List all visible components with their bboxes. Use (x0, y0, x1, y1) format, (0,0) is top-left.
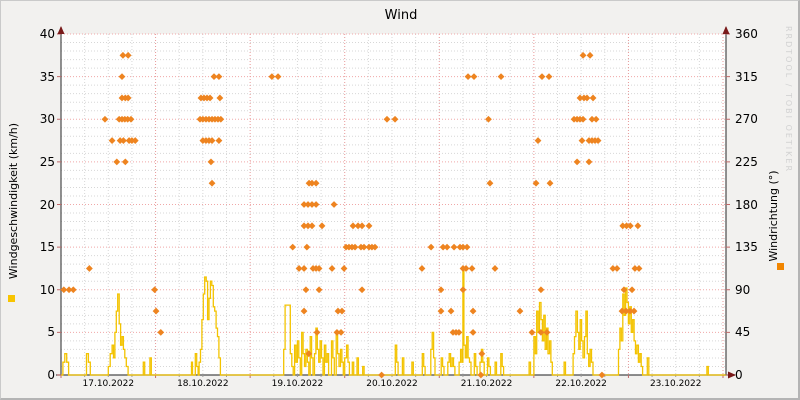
direction-marker (470, 73, 478, 81)
direction-marker (589, 94, 597, 102)
direction-marker (545, 73, 553, 81)
direction-marker (427, 243, 435, 251)
direction-marker (592, 115, 600, 123)
direction-marker (418, 265, 426, 272)
direction-marker (124, 51, 132, 59)
direction-marker (207, 158, 215, 166)
direction-marker (302, 286, 310, 294)
direction-marker (215, 73, 223, 81)
direction-marker (69, 286, 77, 294)
direction-marker (534, 137, 542, 144)
direction-marker (538, 73, 546, 81)
direction-marker (443, 243, 451, 251)
direction-marker (463, 243, 471, 251)
direction-marker (573, 158, 581, 166)
x-axis-arrow (728, 371, 736, 379)
direction-marker (358, 286, 366, 294)
direction-marker (113, 158, 121, 166)
direction-marker (118, 73, 126, 81)
direction-marker (85, 265, 93, 272)
direction-marker (532, 179, 540, 187)
direction-marker (152, 307, 160, 315)
direction-marker (459, 286, 467, 294)
direction-marker (586, 51, 594, 59)
direction-marker (628, 286, 636, 294)
direction-marker (312, 179, 320, 187)
direction-marker (151, 286, 159, 294)
direction-marker (121, 158, 129, 166)
direction-marker (469, 307, 477, 315)
left-axis-arrow (57, 26, 65, 34)
direction-marker (101, 115, 109, 123)
direction-marker (635, 265, 643, 272)
rrdtool-wind-graph: Wind Windgeschwindigkeit (km/h) Windrich… (0, 0, 800, 400)
direction-marker (300, 307, 308, 315)
direction-marker (313, 328, 321, 336)
direction-marker (468, 265, 476, 272)
direction-marker (613, 265, 621, 272)
direction-marker (464, 73, 472, 81)
direction-marker (437, 286, 445, 294)
direction-marker (378, 371, 385, 379)
direction-marker (308, 222, 316, 230)
direction-marker (337, 328, 345, 336)
direction-marker (546, 179, 554, 187)
wind-chart-svg (56, 26, 736, 379)
speed-line-series (61, 267, 726, 376)
direction-marker (598, 371, 606, 379)
direction-marker (274, 73, 282, 81)
direction-marker (365, 222, 373, 230)
direction-marker (300, 265, 308, 272)
direction-marker (478, 350, 486, 358)
direction-marker (303, 243, 311, 251)
direction-marker (318, 222, 326, 230)
direction-marker (157, 328, 165, 336)
direction-marker (108, 137, 116, 144)
direction-marker (486, 179, 494, 187)
direction-marker (634, 222, 642, 230)
direction-marker (216, 94, 224, 102)
direction-marker (208, 179, 216, 187)
direction-marker (491, 265, 499, 272)
direction-marker (585, 158, 593, 166)
direction-marker (477, 371, 485, 379)
right-axis-arrow (722, 26, 730, 34)
direction-marker (391, 115, 399, 123)
direction-marker (312, 201, 320, 208)
direction-marker (215, 137, 223, 144)
direction-marker (330, 201, 338, 208)
direction-marker (340, 265, 348, 272)
direction-marker (578, 137, 586, 144)
direction-marker (358, 222, 366, 230)
direction-marker (289, 243, 297, 251)
direction-marker (516, 307, 524, 315)
direction-marker (383, 115, 391, 123)
direction-marker (447, 307, 455, 315)
direction-marker (450, 243, 458, 251)
direction-marker (469, 328, 477, 336)
direction-marker (328, 265, 336, 272)
direction-marker (537, 286, 545, 294)
direction-marker (497, 73, 505, 81)
direction-marker (437, 307, 445, 315)
